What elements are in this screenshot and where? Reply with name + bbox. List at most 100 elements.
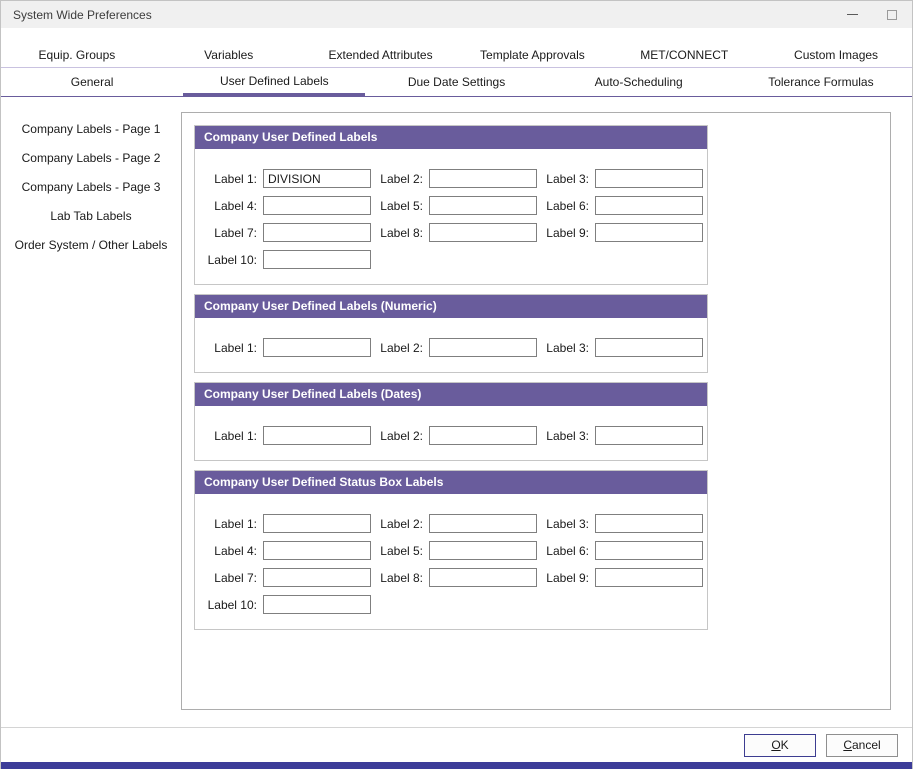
label-10-field: Label 10: <box>207 595 373 614</box>
company-label-8-input[interactable] <box>429 223 537 242</box>
main-panel: Company User Defined Labels Label 1: Lab… <box>181 112 891 710</box>
label-2-field: Label 2: <box>373 514 539 533</box>
company-label-6-input[interactable] <box>595 196 703 215</box>
maximize-button[interactable] <box>872 1 912 28</box>
tab-auto-scheduling[interactable]: Auto-Scheduling <box>548 68 730 96</box>
status-label-8-input[interactable] <box>429 568 537 587</box>
label-3-field: Label 3: <box>539 426 705 445</box>
status-label-7-input[interactable] <box>263 568 371 587</box>
bottom-accent-strip <box>1 762 912 769</box>
label-1-field: Label 1: <box>207 426 373 445</box>
field-grid: Label 1: Label 2: Label 3: Label 4: Labe… <box>195 494 707 629</box>
company-label-7-input[interactable] <box>263 223 371 242</box>
field-label: Label 2: <box>373 517 423 531</box>
label-10-field: Label 10: <box>207 250 373 269</box>
sidebar-item-company-labels-page-3[interactable]: Company Labels - Page 3 <box>1 172 181 201</box>
section-status-box-labels: Company User Defined Status Box Labels L… <box>194 470 708 630</box>
field-label: Label 3: <box>539 429 589 443</box>
status-label-2-input[interactable] <box>429 514 537 533</box>
tab-template-approvals[interactable]: Template Approvals <box>456 42 608 67</box>
tab-tolerance-formulas[interactable]: Tolerance Formulas <box>730 68 912 96</box>
company-label-5-input[interactable] <box>429 196 537 215</box>
content-area: Company Labels - Page 1 Company Labels -… <box>1 112 912 710</box>
label-6-field: Label 6: <box>539 196 705 215</box>
field-label: Label 7: <box>207 571 257 585</box>
status-label-1-input[interactable] <box>263 514 371 533</box>
status-label-9-input[interactable] <box>595 568 703 587</box>
ok-rest: K <box>781 738 789 752</box>
status-label-10-input[interactable] <box>263 595 371 614</box>
field-grid: Label 1: Label 2: Label 3: <box>195 406 707 460</box>
status-label-5-input[interactable] <box>429 541 537 560</box>
field-label: Label 3: <box>539 172 589 186</box>
tab-user-defined-labels[interactable]: User Defined Labels <box>183 68 365 96</box>
label-4-field: Label 4: <box>207 541 373 560</box>
label-1-field: Label 1: <box>207 169 373 188</box>
tab-due-date-settings[interactable]: Due Date Settings <box>365 68 547 96</box>
label-5-field: Label 5: <box>373 196 539 215</box>
dates-label-1-input[interactable] <box>263 426 371 445</box>
title-bar: System Wide Preferences <box>1 1 912 28</box>
tab-equip-groups[interactable]: Equip. Groups <box>1 42 153 67</box>
label-3-field: Label 3: <box>539 514 705 533</box>
field-label: Label 5: <box>373 544 423 558</box>
field-label: Label 6: <box>539 544 589 558</box>
field-label: Label 8: <box>373 571 423 585</box>
label-9-field: Label 9: <box>539 568 705 587</box>
minimize-button[interactable] <box>832 1 872 28</box>
field-label: Label 1: <box>207 341 257 355</box>
cancel-button[interactable]: Cancel <box>826 734 898 757</box>
field-label: Label 2: <box>373 341 423 355</box>
field-label: Label 4: <box>207 199 257 213</box>
field-label: Label 2: <box>373 172 423 186</box>
tab-row-2: General User Defined Labels Due Date Set… <box>1 68 912 97</box>
company-label-9-input[interactable] <box>595 223 703 242</box>
field-label: Label 8: <box>373 226 423 240</box>
sidebar-item-company-labels-page-1[interactable]: Company Labels - Page 1 <box>1 114 181 143</box>
tab-general[interactable]: General <box>1 68 183 96</box>
section-company-udl-numeric: Company User Defined Labels (Numeric) La… <box>194 294 708 373</box>
section-header: Company User Defined Status Box Labels <box>195 471 707 494</box>
section-company-udl: Company User Defined Labels Label 1: Lab… <box>194 125 708 285</box>
company-label-4-input[interactable] <box>263 196 371 215</box>
field-label: Label 5: <box>373 199 423 213</box>
label-3-field: Label 3: <box>539 169 705 188</box>
cancel-rest: ancel <box>852 738 881 752</box>
maximize-icon <box>887 10 897 20</box>
tab-extended-attributes[interactable]: Extended Attributes <box>305 42 457 67</box>
status-label-3-input[interactable] <box>595 514 703 533</box>
numeric-label-1-input[interactable] <box>263 338 371 357</box>
dates-label-3-input[interactable] <box>595 426 703 445</box>
section-header: Company User Defined Labels (Dates) <box>195 383 707 406</box>
sidebar-item-company-labels-page-2[interactable]: Company Labels - Page 2 <box>1 143 181 172</box>
label-5-field: Label 5: <box>373 541 539 560</box>
field-label: Label 9: <box>539 226 589 240</box>
company-label-1-input[interactable] <box>263 169 371 188</box>
company-label-2-input[interactable] <box>429 169 537 188</box>
company-label-10-input[interactable] <box>263 250 371 269</box>
field-label: Label 3: <box>539 517 589 531</box>
label-9-field: Label 9: <box>539 223 705 242</box>
company-label-3-input[interactable] <box>595 169 703 188</box>
field-label: Label 10: <box>207 253 257 267</box>
tab-variables[interactable]: Variables <box>153 42 305 67</box>
numeric-label-2-input[interactable] <box>429 338 537 357</box>
label-2-field: Label 2: <box>373 338 539 357</box>
status-label-4-input[interactable] <box>263 541 371 560</box>
dates-label-2-input[interactable] <box>429 426 537 445</box>
label-2-field: Label 2: <box>373 169 539 188</box>
section-header: Company User Defined Labels (Numeric) <box>195 295 707 318</box>
status-label-6-input[interactable] <box>595 541 703 560</box>
ok-button[interactable]: OK <box>744 734 816 757</box>
tab-met-connect[interactable]: MET/CONNECT <box>608 42 760 67</box>
sidebar: Company Labels - Page 1 Company Labels -… <box>1 112 181 710</box>
tab-custom-images[interactable]: Custom Images <box>760 42 912 67</box>
cancel-accesskey: C <box>843 738 852 752</box>
numeric-label-3-input[interactable] <box>595 338 703 357</box>
label-2-field: Label 2: <box>373 426 539 445</box>
field-grid: Label 1: Label 2: Label 3: Label 4: Labe… <box>195 149 707 284</box>
sidebar-item-lab-tab-labels[interactable]: Lab Tab Labels <box>1 201 181 230</box>
field-label: Label 1: <box>207 429 257 443</box>
label-6-field: Label 6: <box>539 541 705 560</box>
sidebar-item-order-system-other-labels[interactable]: Order System / Other Labels <box>1 230 181 259</box>
